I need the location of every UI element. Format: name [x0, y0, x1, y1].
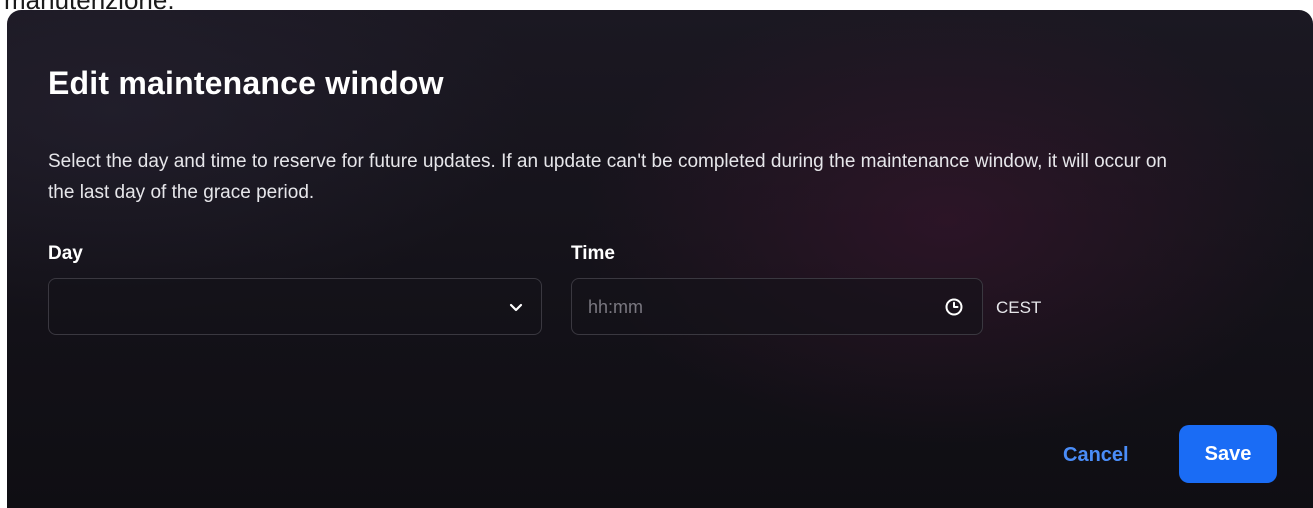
dialog-title: Edit maintenance window — [48, 65, 444, 101]
dialog-description: Select the day and time to reserve for f… — [48, 151, 1167, 203]
cancel-button[interactable]: Cancel — [1057, 438, 1135, 472]
maintenance-dialog: Edit maintenance window Select the day a… — [7, 10, 1313, 508]
time-input[interactable] — [588, 291, 908, 323]
clock-icon[interactable] — [944, 297, 964, 317]
chevron-down-icon — [509, 303, 523, 312]
time-label: Time — [571, 243, 616, 264]
timezone-label: CEST — [996, 298, 1042, 317]
save-button[interactable]: Save — [1179, 425, 1277, 483]
day-label: Day — [48, 243, 83, 264]
time-field — [571, 278, 983, 335]
day-select[interactable] — [48, 278, 542, 335]
